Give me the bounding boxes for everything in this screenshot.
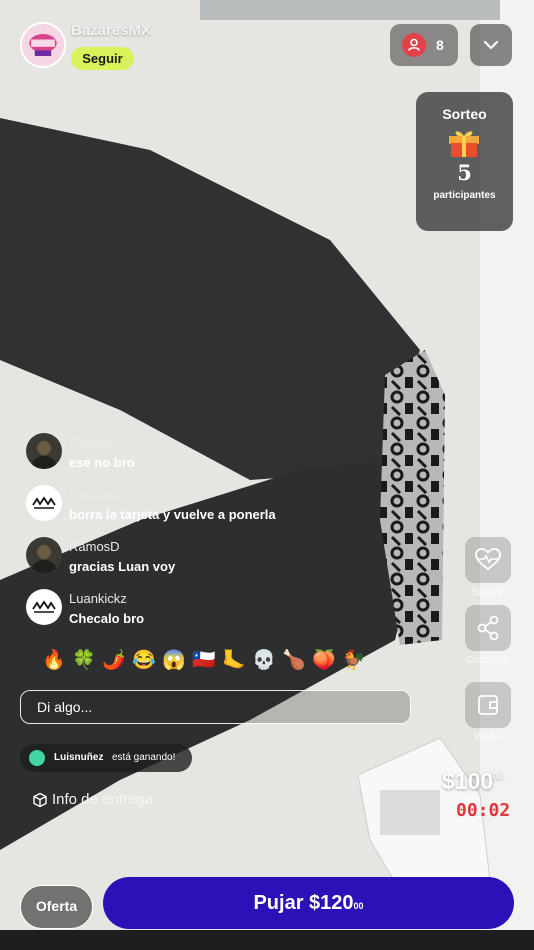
wallet-button[interactable] [465,682,511,728]
chat-text: Checalo bro [69,611,145,626]
chat-username: Luankickz [69,487,127,502]
seller-avatar[interactable] [20,22,66,68]
winner-name: Luisnuñez [54,752,104,763]
heart-pulse-icon [475,548,501,571]
package-icon [33,792,47,808]
bid-label: Pujar $120 [253,892,354,914]
fire-reaction[interactable]: 🔥 [42,647,66,675]
bid-cents: 00 [353,901,364,911]
chat-text: gracias Luan voy [69,559,176,574]
rooster-reaction[interactable]: 🐓 [342,647,366,675]
chat-avatar [26,589,62,625]
chat-message: Luankickz borra la tarjeta y vuelve a po… [26,485,386,525]
support-label: Soporte [470,587,506,598]
bid-button[interactable]: Pujar $12000 [103,877,514,929]
chat-avatar [26,433,62,469]
price-cents: 00 [493,771,504,781]
viewers-button[interactable]: 8 [390,24,458,66]
chat-text: borra la tarjeta y vuelve a ponerla [69,507,276,522]
chat-message: Luankickz Checalo bro [26,589,386,629]
giveaway-label: participantes [433,190,496,201]
chat-username: Luankickz [69,591,127,606]
share-icon [477,615,499,641]
peach-reaction[interactable]: 🍑 [312,647,336,675]
follow-button[interactable]: Seguir [71,47,134,70]
share-button[interactable] [465,605,511,651]
share-label: Compartir [466,655,510,666]
chili-reaction[interactable]: 🌶️ [102,647,126,675]
offer-button[interactable]: Oferta [20,885,93,929]
chat-text: ese no bro [69,455,135,470]
chat-message: RamosD ese no bro [26,433,386,473]
user-icon [402,33,426,57]
chat-username: RamosD [69,435,120,450]
skull-reaction[interactable]: 💀 [252,647,276,675]
clover-reaction[interactable]: 🍀 [72,647,96,675]
price-amount: $100 [442,768,494,794]
collapse-button[interactable] [470,24,512,66]
winner-status: está ganando! [112,752,176,763]
reaction-bar: 🔥 🍀 🌶️ 😂 😱 🇨🇱 🦶 💀 🍗 🍑 🐓 [42,647,366,675]
giveaway-title: Sorteo [442,106,487,122]
chat-avatar [26,485,62,521]
seller-name[interactable]: BazaresMX [71,22,151,39]
chat-username: RamosD [69,539,120,554]
drumstick-reaction[interactable]: 🍗 [282,647,306,675]
chat-avatar [26,537,62,573]
foot-reaction[interactable]: 🦶 [222,647,246,675]
giveaway-card[interactable]: Sorteo 5 participantes [416,92,513,231]
auction-timer: 00:02 [456,800,511,821]
support-button[interactable] [465,537,511,583]
gift-icon [449,131,479,157]
giveaway-count: 5 [457,160,472,185]
chat-message: RamosD gracias Luan voy [26,537,386,577]
scream-reaction[interactable]: 😱 [162,647,186,675]
winning-bidder-badge: Luisnuñez está ganando! [20,744,192,772]
chevron-down-icon [483,40,499,50]
viewer-count: 8 [436,37,444,53]
delivery-label[interactable]: Info de entrega [52,791,153,808]
laughing-reaction[interactable]: 😂 [132,647,156,675]
comment-input[interactable] [20,690,411,724]
wallet-label: Wallet [474,732,502,743]
flag-reaction[interactable]: 🇨🇱 [192,647,216,675]
wallet-icon [478,695,498,715]
current-price: $10000 [442,768,503,795]
winner-avatar [29,750,45,766]
